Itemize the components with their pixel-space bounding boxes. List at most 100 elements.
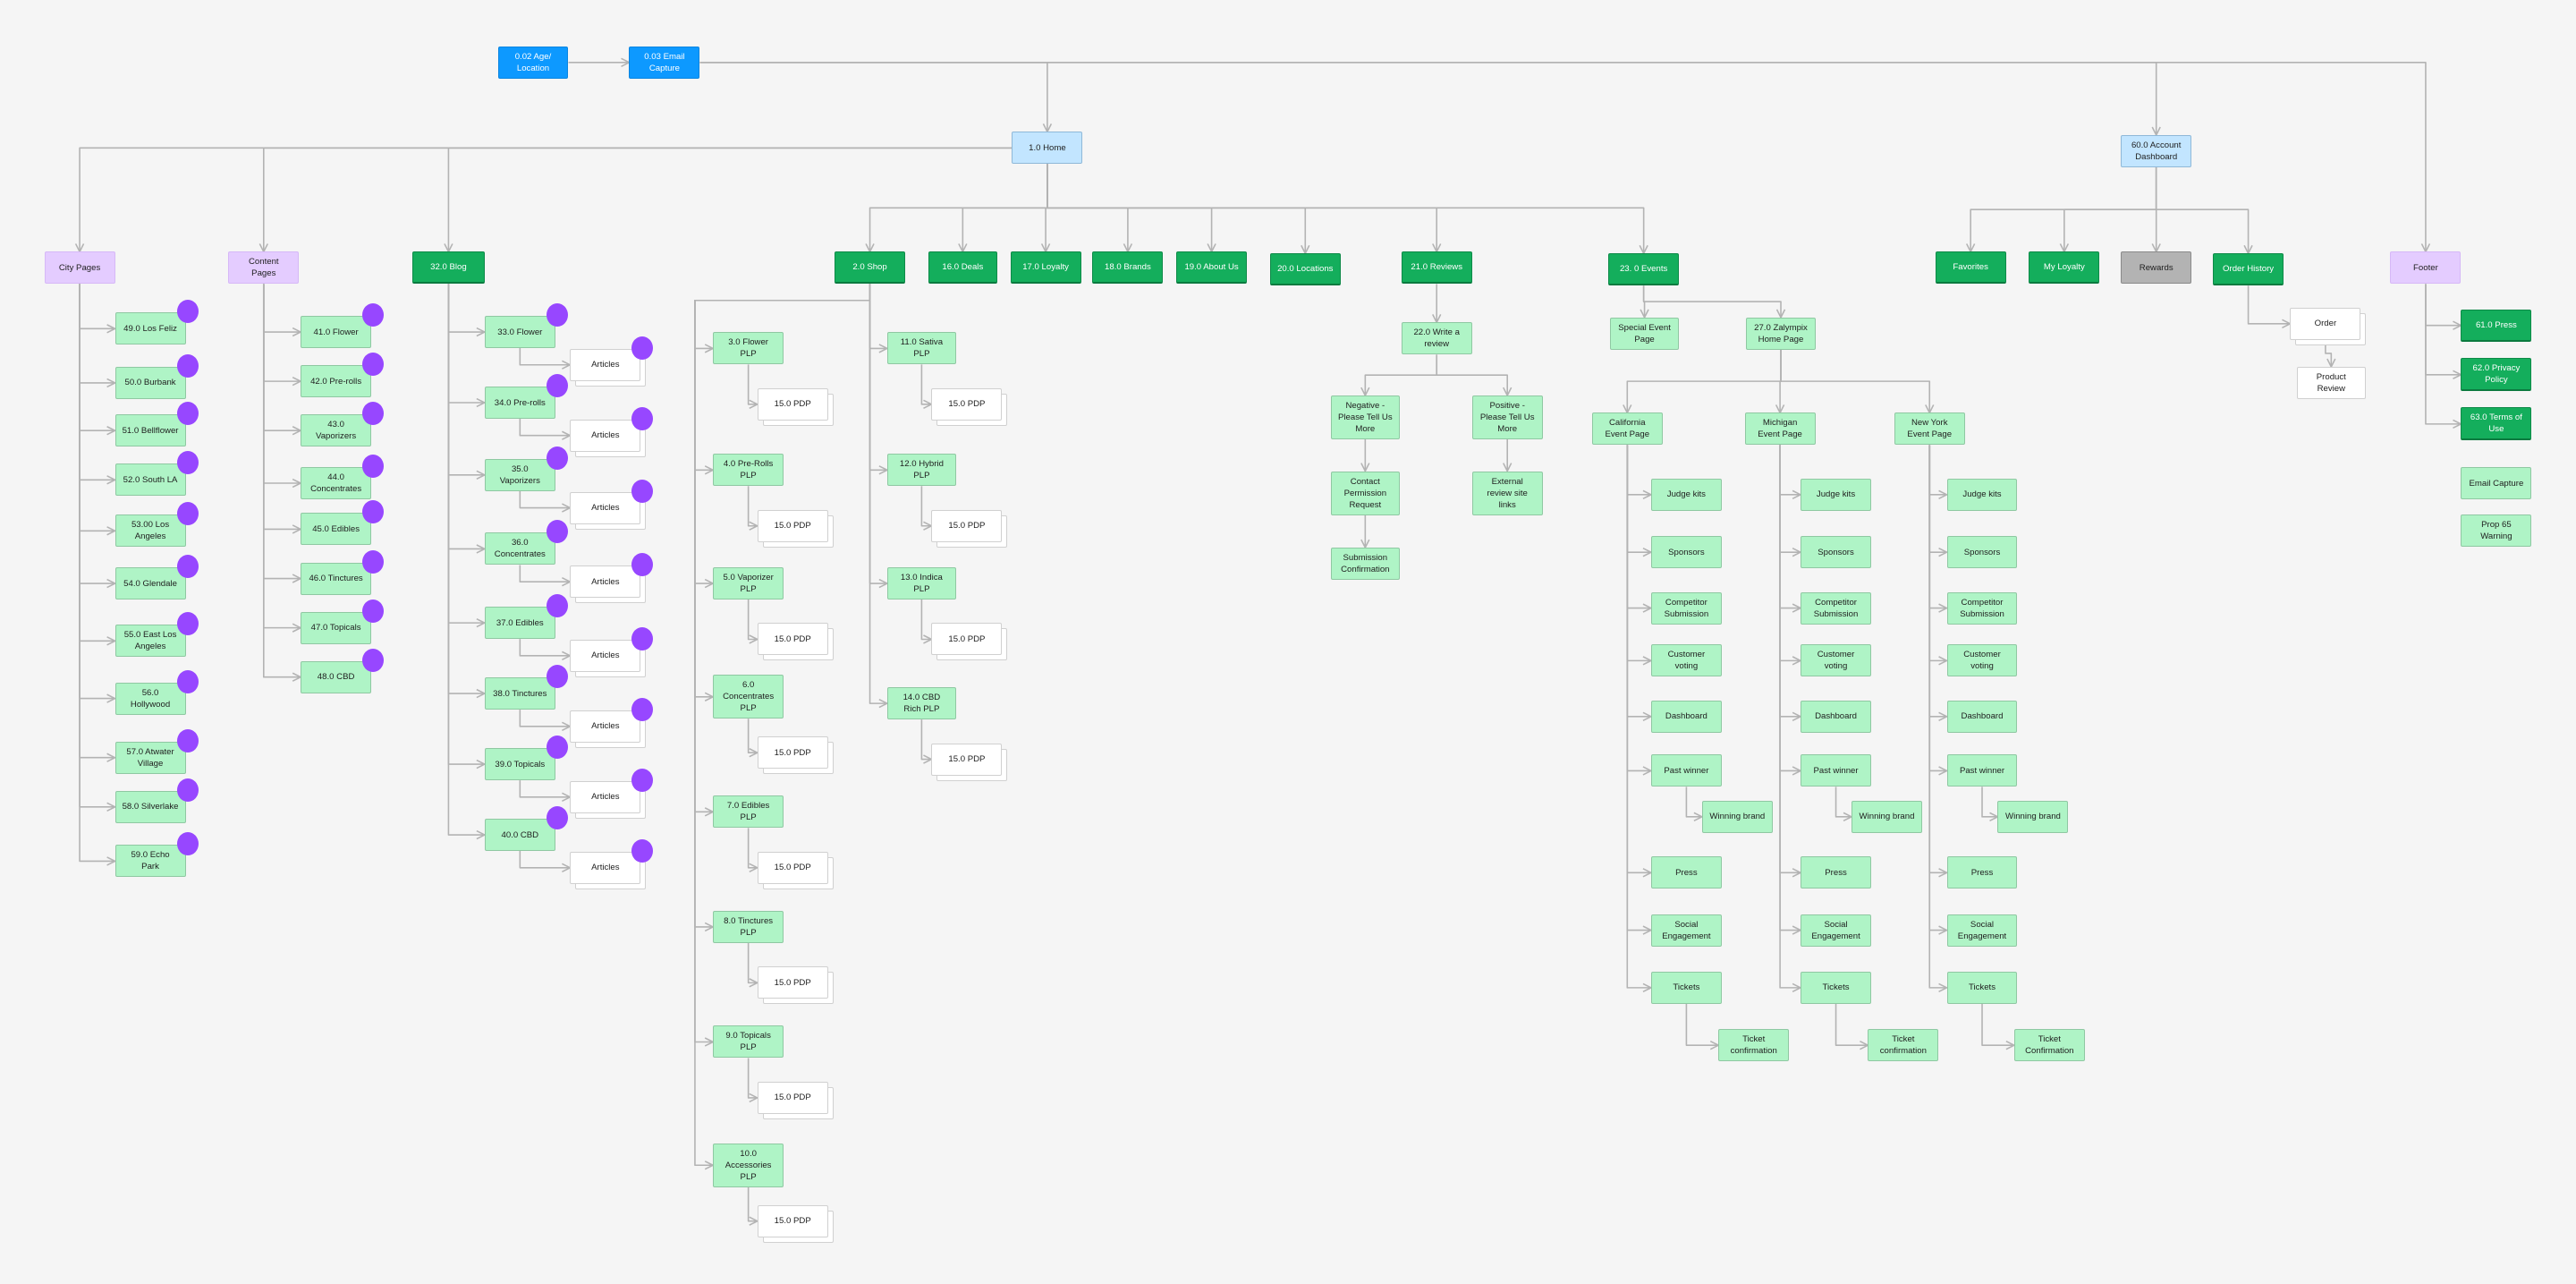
node-orderhist[interactable]: Order History [2213, 253, 2284, 286]
node-pos[interactable]: Positive - Please Tell Us More [1471, 395, 1543, 440]
node-special[interactable]: Special Event Page [1610, 317, 1680, 350]
node-mi6[interactable]: Past winner [1801, 754, 1872, 787]
node-cont8[interactable]: 48.0 CBD [301, 660, 372, 693]
comment-badge-icon[interactable] [631, 626, 654, 651]
comment-badge-icon[interactable] [176, 451, 199, 475]
node-blog2[interactable]: 34.0 Pre-rolls [484, 387, 555, 419]
node-plp8[interactable]: 8.0 Tinctures PLP [713, 910, 784, 943]
node-pdp12[interactable]: 15.0 PDP [931, 509, 1003, 542]
node-cont1[interactable]: 41.0 Flower [301, 316, 372, 349]
node-plp10[interactable]: 10.0 Accessories PLP [713, 1143, 784, 1187]
comment-badge-icon[interactable] [176, 353, 199, 378]
node-brands[interactable]: 18.0 Brands [1092, 251, 1164, 285]
node-cont3[interactable]: 43.0 Vaporizers [301, 414, 372, 447]
node-city4[interactable]: 52.0 South LA [114, 463, 186, 497]
comment-badge-icon[interactable] [176, 832, 199, 856]
comment-badge-icon[interactable] [631, 697, 654, 721]
node-ca7[interactable]: Press [1650, 856, 1722, 889]
comment-badge-icon[interactable] [176, 778, 199, 802]
node-blog1[interactable]: 33.0 Flower [484, 316, 555, 349]
node-mi1[interactable]: Judge kits [1801, 478, 1872, 511]
node-mi3[interactable]: Competitor Submission [1801, 591, 1872, 625]
node-cont2[interactable]: 42.0 Pre-rolls [301, 365, 372, 398]
node-ca9[interactable]: Tickets [1650, 971, 1722, 1004]
node-favorites[interactable]: Favorites [1935, 251, 2006, 285]
node-pdp10[interactable]: 15.0 PDP [757, 1204, 828, 1237]
node-locations[interactable]: 20.0 Locations [1269, 253, 1341, 286]
node-pdp9[interactable]: 15.0 PDP [757, 1081, 828, 1114]
node-city11[interactable]: 59.0 Echo Park [114, 845, 186, 878]
node-art6[interactable]: Articles [570, 710, 641, 743]
node-ca5[interactable]: Dashboard [1650, 700, 1722, 733]
node-ny2[interactable]: Sponsors [1946, 536, 2018, 569]
node-account[interactable]: 60.0 Account Dashboard [2121, 134, 2192, 167]
node-blog6[interactable]: 38.0 Tinctures [484, 677, 555, 710]
comment-badge-icon[interactable] [176, 728, 199, 753]
node-ny8[interactable]: Social Engagement [1946, 914, 2018, 947]
node-zal[interactable]: 27.0 Zalympix Home Page [1746, 317, 1816, 350]
node-mi8[interactable]: Social Engagement [1801, 914, 1872, 947]
comment-badge-icon[interactable] [176, 502, 199, 526]
node-submit[interactable]: Submission Confirmation [1330, 548, 1400, 580]
node-cont5[interactable]: 45.0 Edibles [301, 513, 372, 546]
node-plp13[interactable]: 13.0 Indica PLP [886, 567, 956, 600]
node-pdp7[interactable]: 15.0 PDP [757, 851, 828, 884]
node-prop65[interactable]: Prop 65 Warning [2461, 514, 2532, 548]
node-reviews[interactable]: 21.0 Reviews [1401, 251, 1472, 285]
node-city1[interactable]: 49.0 Los Feliz [114, 312, 186, 345]
node-art8[interactable]: Articles [570, 851, 641, 884]
node-pdp5[interactable]: 15.0 PDP [757, 623, 828, 656]
node-city7[interactable]: 55.0 East Los Angeles [114, 625, 186, 658]
node-write[interactable]: 22.0 Write a review [1401, 322, 1472, 355]
node-content[interactable]: Content Pages [228, 251, 300, 285]
node-blog8[interactable]: 40.0 CBD [484, 819, 555, 852]
node-ny7[interactable]: Press [1946, 856, 2018, 889]
node-plp4[interactable]: 4.0 Pre-Rolls PLP [713, 454, 784, 487]
comment-badge-icon[interactable] [546, 374, 568, 397]
comment-badge-icon[interactable] [362, 648, 385, 672]
node-emailcap[interactable]: Email Capture [2461, 467, 2532, 499]
comment-badge-icon[interactable] [546, 736, 568, 760]
comment-badge-icon[interactable] [631, 838, 654, 863]
node-ca4[interactable]: Customer voting [1650, 644, 1722, 677]
node-city[interactable]: City Pages [44, 251, 115, 285]
node-plp9[interactable]: 9.0 Topicals PLP [713, 1025, 784, 1059]
node-cont4[interactable]: 44.0 Concentrates [301, 467, 372, 499]
node-ny6[interactable]: Past winner [1946, 754, 2018, 787]
comment-badge-icon[interactable] [362, 402, 385, 426]
node-mi4[interactable]: Customer voting [1801, 644, 1872, 677]
node-plp3[interactable]: 3.0 Flower PLP [713, 332, 784, 365]
node-ny9[interactable]: Tickets [1946, 971, 2018, 1004]
node-art1[interactable]: Articles [570, 348, 641, 381]
comment-badge-icon[interactable] [546, 520, 568, 544]
node-mit[interactable]: Ticket confirmation [1868, 1029, 1939, 1062]
node-mi7[interactable]: Press [1801, 856, 1872, 889]
node-mi2[interactable]: Sponsors [1801, 536, 1872, 569]
node-rewards[interactable]: Rewards [2121, 251, 2192, 285]
node-city9[interactable]: 57.0 Atwater Village [114, 741, 186, 774]
node-mi9[interactable]: Tickets [1801, 971, 1872, 1004]
comment-badge-icon[interactable] [546, 446, 568, 470]
comment-badge-icon[interactable] [631, 406, 654, 430]
node-plp7[interactable]: 7.0 Edibles PLP [713, 795, 784, 829]
node-mi5[interactable]: Dashboard [1801, 700, 1872, 733]
comment-badge-icon[interactable] [176, 300, 199, 324]
node-blog[interactable]: 32.0 Blog [412, 251, 485, 285]
node-plp5[interactable]: 5.0 Vaporizer PLP [713, 567, 784, 600]
node-ca3[interactable]: Competitor Submission [1650, 591, 1722, 625]
node-neg[interactable]: Negative - Please Tell Us More [1330, 395, 1400, 440]
comment-badge-icon[interactable] [176, 612, 199, 636]
node-art7[interactable]: Articles [570, 780, 641, 813]
node-ca2[interactable]: Sponsors [1650, 536, 1722, 569]
node-city2[interactable]: 50.0 Burbank [114, 366, 186, 399]
node-pdp14[interactable]: 15.0 PDP [931, 743, 1003, 776]
comment-badge-icon[interactable] [362, 599, 385, 623]
node-terms[interactable]: 63.0 Terms of Use [2461, 407, 2532, 441]
node-nyw[interactable]: Winning brand [1997, 800, 2069, 833]
comment-badge-icon[interactable] [362, 353, 385, 377]
comment-badge-icon[interactable] [631, 336, 654, 360]
node-pdp8[interactable]: 15.0 PDP [757, 966, 828, 999]
node-press[interactable]: 61.0 Press [2461, 309, 2532, 342]
node-contact[interactable]: Contact Permission Request [1330, 471, 1400, 515]
node-art4[interactable]: Articles [570, 565, 641, 599]
